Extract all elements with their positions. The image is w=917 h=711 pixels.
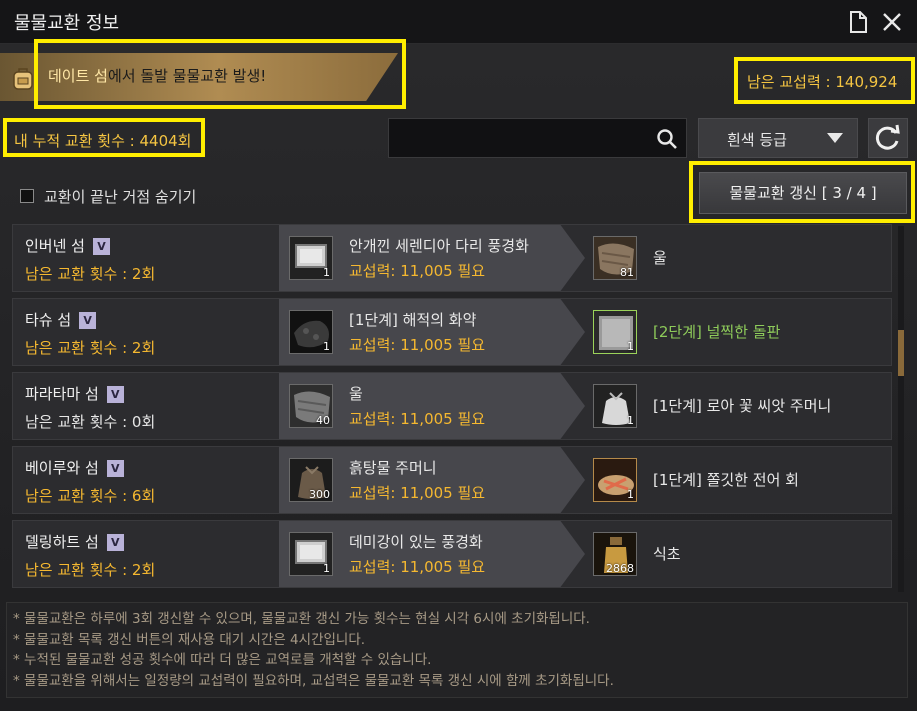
muddy-water-pouch-icon[interactable]: 300 xyxy=(289,458,333,502)
give-quantity: 1 xyxy=(323,340,330,353)
remaining-negotiation-power: 남은 교섭력 : 140,924 xyxy=(747,73,898,91)
remaining-count: 남은 교환 횟수 : 2회 xyxy=(25,561,156,579)
give-item-name: [1단계] 해적의 화약 xyxy=(349,311,477,329)
island-name: 파라타마 섬 V xyxy=(25,383,124,404)
receive-item-name: [1단계] 쫄깃한 전어 회 xyxy=(653,471,799,489)
banner-message-text: 에서 돌발 물물교환 발생! xyxy=(107,67,267,85)
trade-row[interactable]: 베이루와 섬 V 남은 교환 횟수 : 6회 300 흙탕물 주머니 교섭력: 1… xyxy=(12,446,892,514)
trade-list: 인버넨 섬 V 남은 교환 횟수 : 2회 1 안개낀 세렌디아 다리 풍경화 교… xyxy=(0,220,917,598)
give-quantity: 300 xyxy=(309,488,330,501)
grade-v-badge: V xyxy=(92,238,110,255)
give-item-panel: 1 데미강이 있는 풍경화 교섭력: 11,005 필요 xyxy=(279,521,585,587)
island-name-text: 베이루와 섬 xyxy=(25,459,99,477)
notice-line: * 물물교환은 하루에 3회 갱신할 수 있으며, 물물교환 갱신 가능 횟수는… xyxy=(13,611,590,627)
give-quantity: 1 xyxy=(323,266,330,279)
vinegar-bottle-icon[interactable]: 2868 xyxy=(593,532,637,576)
island-name: 베이루와 섬 V xyxy=(25,457,124,478)
receive-quantity: 1 xyxy=(627,488,634,501)
trade-list-scrollbar[interactable] xyxy=(898,226,904,592)
receive-quantity: 81 xyxy=(620,266,634,279)
close-icon[interactable] xyxy=(880,10,904,34)
receive-quantity: 2868 xyxy=(606,562,634,575)
wool-icon[interactable]: 81 xyxy=(593,236,637,280)
give-item-panel: 40 울 교섭력: 11,005 필요 xyxy=(279,373,585,439)
trade-row[interactable]: 파라타마 섬 V 남은 교환 횟수 : 0회 40 울 교섭력: 11,005 필… xyxy=(12,372,892,440)
receive-quantity: 1 xyxy=(627,414,634,427)
give-item-cost: 교섭력: 11,005 필요 xyxy=(349,558,486,576)
island-name-text: 인버넨 섬 xyxy=(25,237,85,255)
backpack-icon xyxy=(10,65,36,91)
remaining-count: 남은 교환 횟수 : 0회 xyxy=(25,413,156,431)
island-name-text: 델링하트 섬 xyxy=(25,533,99,551)
grade-v-badge: V xyxy=(106,534,124,551)
stone-slab-icon[interactable]: 1 xyxy=(593,310,637,354)
grade-v-badge: V xyxy=(79,312,97,329)
scroll-thumb[interactable] xyxy=(898,330,904,376)
barter-info-window: 물물교환 정보 데이트 섬에서 돌발 물물교환 발생! 남은 교섭력 : 140… xyxy=(0,0,917,711)
wool-icon[interactable]: 40 xyxy=(289,384,333,428)
give-item-name: 흙탕물 주머니 xyxy=(349,459,437,477)
gunpowder-icon[interactable]: 1 xyxy=(289,310,333,354)
give-quantity: 40 xyxy=(316,414,330,427)
island-name: 델링하트 섬 V xyxy=(25,531,124,552)
give-item-panel: 1 안개낀 세렌디아 다리 풍경화 교섭력: 11,005 필요 xyxy=(279,225,585,291)
receive-item-name: [2단계] 널찍한 돌판 xyxy=(653,323,781,341)
give-item-panel: 1 [1단계] 해적의 화약 교섭력: 11,005 필요 xyxy=(279,299,585,365)
give-item-cost: 교섭력: 11,005 필요 xyxy=(349,262,486,280)
notice-line: * 물물교환 목록 갱신 버튼의 재사용 대기 시간은 4시간입니다. xyxy=(13,631,366,648)
trade-row[interactable]: 인버넨 섬 V 남은 교환 횟수 : 2회 1 안개낀 세렌디아 다리 풍경화 교… xyxy=(12,224,892,292)
sashimi-dish-icon[interactable]: 1 xyxy=(593,458,637,502)
hide-finished-label: 교환이 끝난 거점 숨기기 xyxy=(44,188,197,206)
notice-panel: * 물물교환은 하루에 3회 갱신할 수 있으며, 물물교환 갱신 가능 횟수는… xyxy=(6,602,908,698)
document-icon[interactable] xyxy=(846,10,870,34)
remaining-count: 남은 교환 횟수 : 2회 xyxy=(25,265,156,283)
hide-finished-checkbox[interactable] xyxy=(20,189,34,203)
search-input[interactable] xyxy=(395,125,645,153)
give-quantity: 1 xyxy=(323,562,330,575)
receive-item-name: 울 xyxy=(653,249,667,267)
give-item-cost: 교섭력: 11,005 필요 xyxy=(349,336,486,354)
painting-icon[interactable]: 1 xyxy=(289,532,333,576)
painting-icon[interactable]: 1 xyxy=(289,236,333,280)
title-bar: 물물교환 정보 xyxy=(0,0,917,44)
receive-quantity: 1 xyxy=(627,340,634,353)
island-name: 인버넨 섬 V xyxy=(25,235,110,256)
banner-message: 데이트 섬에서 돌발 물물교환 발생! xyxy=(48,65,266,86)
search-box xyxy=(388,118,687,158)
reload-button[interactable] xyxy=(868,118,908,158)
remaining-count: 남은 교환 횟수 : 2회 xyxy=(25,339,156,357)
chevron-down-icon xyxy=(827,133,843,143)
island-name-text: 파라타마 섬 xyxy=(25,385,99,403)
cumulative-exchange-count: 내 누적 교환 횟수 : 4404회 xyxy=(14,132,192,150)
give-item-panel: 300 흙탕물 주머니 교섭력: 11,005 필요 xyxy=(279,447,585,513)
island-name-text: 타슈 섬 xyxy=(25,311,72,329)
grade-v-badge: V xyxy=(106,460,124,477)
window-title: 물물교환 정보 xyxy=(14,13,120,34)
search-icon[interactable] xyxy=(656,128,678,150)
remaining-count: 남은 교환 횟수 : 6회 xyxy=(25,487,156,505)
seed-pouch-icon[interactable]: 1 xyxy=(593,384,637,428)
grade-dropdown[interactable]: 흰색 등급 xyxy=(698,118,858,158)
notice-line: * 물물교환을 위해서는 일정량의 교섭력이 필요하며, 교섭력은 물물교환 목… xyxy=(13,672,614,689)
give-item-name: 울 xyxy=(349,385,363,403)
grade-selected-value: 흰색 등급 xyxy=(727,131,787,149)
grade-v-badge: V xyxy=(106,386,124,403)
trade-row[interactable]: 타슈 섬 V 남은 교환 횟수 : 2회 1 [1단계] 해적의 화약 교섭력: … xyxy=(12,298,892,366)
barter-refresh-button[interactable]: 물물교환 갱신 [ 3 / 4 ] xyxy=(699,172,907,214)
give-item-name: 데미강이 있는 풍경화 xyxy=(349,533,483,551)
sudden-barter-banner[interactable]: 데이트 섬에서 돌발 물물교환 발생! xyxy=(0,53,398,101)
give-item-name: 안개낀 세렌디아 다리 풍경화 xyxy=(349,237,529,255)
trade-row[interactable]: 델링하트 섬 V 남은 교환 횟수 : 2회 1 데미강이 있는 풍경화 교섭력:… xyxy=(12,520,892,588)
give-item-cost: 교섭력: 11,005 필요 xyxy=(349,484,486,502)
receive-item-name: [1단계] 로아 꽃 씨앗 주머니 xyxy=(653,397,832,415)
give-item-cost: 교섭력: 11,005 필요 xyxy=(349,410,486,428)
notice-line: * 누적된 물물교환 성공 횟수에 따라 더 많은 교역로를 개척할 수 있습니… xyxy=(13,652,432,668)
island-name: 타슈 섬 V xyxy=(25,309,97,330)
receive-item-name: 식초 xyxy=(653,545,681,563)
banner-island-name: 데이트 섬 xyxy=(48,67,108,85)
refresh-icon xyxy=(875,124,900,150)
